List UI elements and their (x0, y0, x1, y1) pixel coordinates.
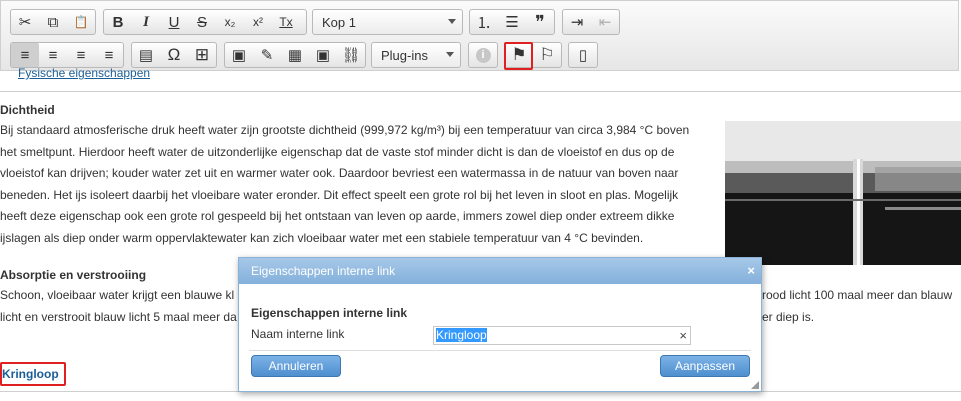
paragraph-absorptie-right: rood licht 100 maal meer dan blauw er di… (762, 285, 952, 328)
numbered-list-icon[interactable]: ⒈ (470, 10, 498, 34)
align-group: ≡ ≡ ≡ ≡ (10, 42, 124, 68)
plugins-select-value: Plug-ins (381, 47, 428, 63)
indent-group: ⇥ ⇤ (562, 9, 620, 35)
paste-icon[interactable]: 📋 (67, 10, 95, 34)
paragraph-dichtheid: Bij standaard atmosferische druk heeft w… (0, 120, 689, 250)
list-group: ⒈ ☰ ❞ (469, 9, 555, 35)
link-name-input[interactable]: Kringloop × (433, 326, 691, 345)
water-glass-image[interactable] (725, 121, 961, 265)
paragraph-absorptie-left: Schoon, vloeibaar water krijgt een blauw… (0, 285, 237, 328)
resize-handle-icon[interactable] (751, 381, 759, 389)
info-icon[interactable]: i (469, 43, 497, 67)
close-icon[interactable]: × (747, 258, 755, 284)
underline-button[interactable]: U (160, 10, 188, 34)
source-icon[interactable]: ▯ (569, 43, 597, 67)
dialog-section-title: Eigenschappen interne link (251, 306, 408, 320)
kringloop-anchor-highlight (0, 362, 66, 386)
format-select[interactable]: Kop 1 (312, 9, 463, 35)
clipboard-group: ✂ ⧉ 📋 (10, 9, 96, 35)
copy-icon[interactable]: ⧉ (39, 10, 67, 34)
text-line: ijslagen als diep onder warm oppervlakte… (0, 230, 644, 245)
text-line: er diep is. (762, 309, 815, 324)
image-icon[interactable]: ▣ (225, 43, 253, 67)
text-line: rood licht 100 maal meer dan blauw (762, 288, 953, 302)
heading-absorptie: Absorptie en verstrooiing (0, 268, 147, 282)
text-line: vloeistof kan drijven; kouder water zet … (0, 166, 679, 181)
text-line: Schoon, vloeibaar water krijgt een blauw… (0, 288, 235, 302)
film-icon[interactable]: ▦ (281, 43, 309, 67)
remove-format-button[interactable]: Tx (272, 10, 300, 34)
editor-toolbar: ✂ ⧉ 📋 B I U S x₂ x² Tx Kop 1 ⒈ ☰ ❞ ⇥ ⇤ ≡… (0, 0, 959, 71)
cancel-button[interactable]: Annuleren (251, 355, 341, 377)
subscript-button[interactable]: x₂ (216, 10, 244, 34)
water-glass-photo (725, 121, 961, 265)
text-line: beneden. Het ijs isoleert daarbij het vl… (0, 187, 679, 202)
dialog-titlebar[interactable]: Eigenschappen interne link × (239, 258, 761, 284)
media-group: ▣ ✎ ▦ ▣ ⛓ (224, 42, 366, 68)
text-line: licht en verstrooit blauw licht 5 maal m… (0, 309, 237, 324)
heading-dichtheid: Dichtheid (0, 103, 55, 117)
special-character-icon[interactable]: Ω (160, 43, 188, 67)
text-line: het smeltpunt. Hierdoor heeft water de u… (0, 144, 675, 159)
top-anchor-link[interactable]: Fysische eigenschappen (18, 66, 150, 80)
info-group: i (468, 42, 498, 68)
horizontal-rule-icon[interactable]: ▤ (132, 43, 160, 67)
anchor-remove-icon[interactable]: ⚐ (533, 43, 561, 67)
link-icon[interactable]: ⛓ (337, 43, 365, 67)
tools-icon[interactable]: ✎ (253, 43, 281, 67)
bold-button[interactable]: B (104, 10, 132, 34)
align-right-icon[interactable]: ≡ (67, 43, 95, 67)
cut-icon[interactable]: ✂ (11, 10, 39, 34)
info-icon-glyph: i (475, 47, 491, 63)
bullet-list-icon[interactable]: ☰ (498, 10, 526, 34)
align-left-icon[interactable]: ≡ (11, 43, 39, 67)
plugins-select[interactable]: Plug-ins (371, 42, 461, 68)
apply-button[interactable]: Aanpassen (660, 355, 750, 377)
table-icon[interactable]: ⊞ (188, 43, 216, 67)
italic-button[interactable]: I (132, 10, 160, 34)
strikethrough-button[interactable]: S (188, 10, 216, 34)
align-center-icon[interactable]: ≡ (39, 43, 67, 67)
text-line: Bij standaard atmosferische druk heeft w… (0, 123, 690, 137)
outdent-icon[interactable]: ⇤ (591, 10, 619, 34)
dialog-divider (249, 350, 751, 351)
basicstyles-group: B I U S x₂ x² Tx (103, 9, 307, 35)
insert-group: ▤ Ω ⊞ (131, 42, 217, 68)
text-line: heeft deze eigenschap ook een grote rol … (0, 209, 675, 224)
chevron-down-icon (446, 52, 454, 57)
indent-icon[interactable]: ⇥ (563, 10, 591, 34)
gallery-icon[interactable]: ▣ (309, 43, 337, 67)
blockquote-icon[interactable]: ❞ (526, 10, 554, 34)
anchor-button-highlight (504, 42, 533, 70)
dialog-title: Eigenschappen interne link (251, 264, 396, 278)
source-group: ▯ (568, 42, 598, 68)
link-name-value: Kringloop (436, 328, 487, 342)
justify-icon[interactable]: ≡ (95, 43, 123, 67)
divider (0, 91, 961, 92)
superscript-button[interactable]: x² (244, 10, 272, 34)
internal-link-dialog: Eigenschappen interne link × Eigenschapp… (238, 257, 762, 392)
clear-icon[interactable]: × (679, 327, 687, 344)
chevron-down-icon (448, 19, 456, 24)
link-name-label: Naam interne link (251, 327, 345, 341)
format-select-value: Kop 1 (322, 14, 356, 30)
